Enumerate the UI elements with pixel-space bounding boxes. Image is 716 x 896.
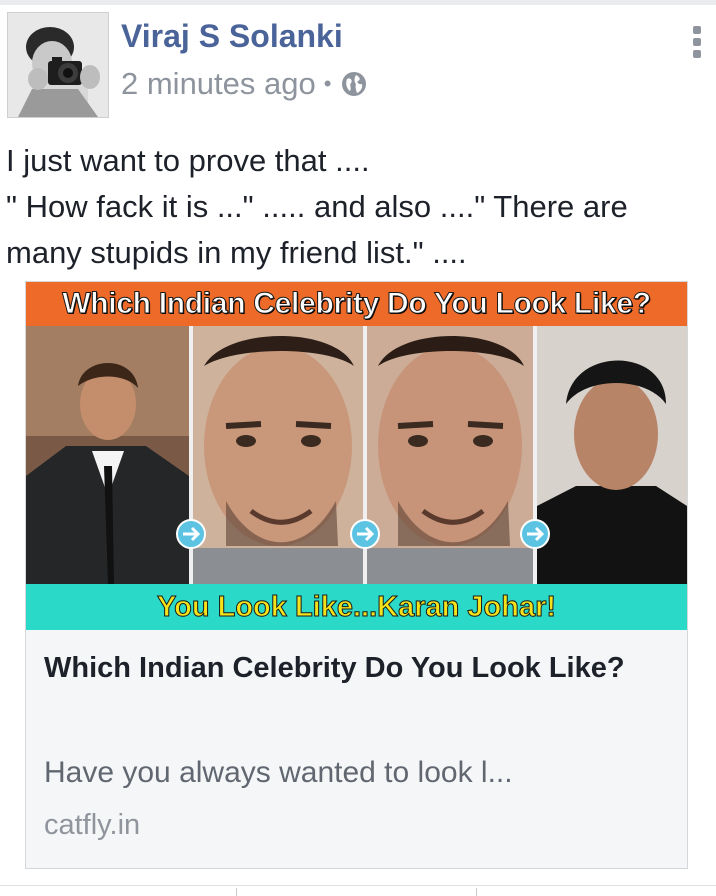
post-text-line: many stupids in my friend list." ....	[6, 235, 467, 270]
top-divider	[0, 0, 716, 5]
avatar[interactable]	[7, 12, 109, 118]
post-meta: 2 minutes ago •	[121, 66, 367, 102]
post-text-line: I just want to prove that ....	[6, 143, 370, 178]
link-card-title[interactable]: Which Indian Celebrity Do You Look Like?	[44, 648, 644, 688]
author-name[interactable]: Viraj S Solanki	[121, 18, 343, 55]
avatar-photographer-image	[8, 13, 108, 117]
link-image-top-banner-text: Which Indian Celebrity Do You Look Like?	[62, 287, 652, 321]
more-options-icon[interactable]	[693, 26, 703, 58]
link-card[interactable]: Which Indian Celebrity Do You Look Like?	[25, 281, 688, 869]
meta-separator: •	[323, 71, 332, 96]
post-timestamp[interactable]: 2 minutes ago	[121, 66, 316, 102]
link-card-description: Have you always wanted to look l...	[44, 756, 513, 789]
link-image-bottom-banner-text: You Look Like...Karan Johar!	[156, 590, 557, 623]
action-bar	[0, 885, 716, 896]
post-text: I just want to prove that .... " How fac…	[6, 138, 706, 276]
link-image-photos	[26, 326, 687, 584]
globe-icon	[342, 72, 367, 96]
link-image-top-banner: Which Indian Celebrity Do You Look Like?	[26, 282, 687, 326]
link-image-bottom-banner: You Look Like...Karan Johar!	[26, 584, 687, 630]
post-text-line: " How fack it is ..." ..... and also ...…	[6, 189, 628, 224]
link-card-domain: catfly.in	[44, 809, 141, 841]
